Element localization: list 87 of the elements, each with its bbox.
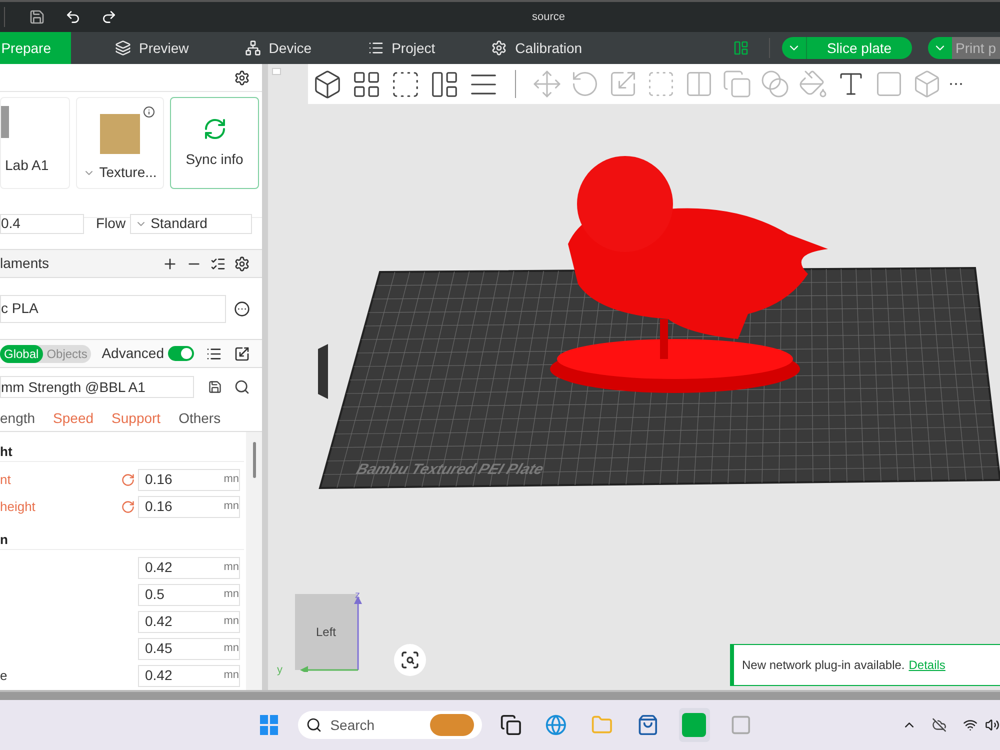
settings-icon[interactable] bbox=[234, 70, 250, 86]
slice-dropdown-button[interactable] bbox=[782, 37, 806, 59]
param-value: 0.16 bbox=[145, 470, 174, 489]
param-value: 0.5 bbox=[145, 585, 166, 604]
fit-view-icon bbox=[400, 650, 420, 670]
section-heading: n bbox=[0, 532, 8, 547]
sync-info-button[interactable]: Sync info bbox=[170, 97, 259, 189]
plate-label: Bambu Textured PEI Plate bbox=[354, 461, 546, 478]
param-field[interactable]: 0.42 mn bbox=[138, 610, 240, 632]
param-value: 0.45 bbox=[145, 639, 174, 658]
sync-icon bbox=[202, 116, 226, 140]
nav-tab[interactable]: Calibration bbox=[475, 32, 598, 64]
flow-label: Flow bbox=[96, 214, 126, 233]
save-icon[interactable] bbox=[29, 9, 45, 25]
view-cube[interactable]: Left bbox=[295, 594, 357, 670]
print-dropdown-button[interactable] bbox=[928, 37, 952, 59]
reset-icon[interactable] bbox=[121, 500, 135, 514]
param-field[interactable]: 0.16 mn bbox=[138, 468, 240, 490]
store-icon[interactable] bbox=[637, 713, 660, 737]
unit-label: mn bbox=[224, 587, 239, 602]
taskbar-search-field[interactable]: Search bbox=[298, 711, 482, 739]
advanced-switch[interactable] bbox=[168, 346, 194, 361]
unit-label: mn bbox=[224, 560, 239, 576]
tab-icon bbox=[115, 40, 131, 56]
unit-label: mn bbox=[224, 499, 239, 514]
param-field[interactable]: 0.45 mn bbox=[138, 638, 240, 660]
unit-label: mn bbox=[224, 472, 239, 488]
flow-dropdown[interactable]: Standard bbox=[130, 214, 252, 234]
view-cube-label: Left bbox=[316, 624, 336, 641]
settings-tab[interactable]: ength bbox=[0, 408, 36, 429]
tab-icon bbox=[244, 40, 261, 56]
task-view-icon[interactable] bbox=[500, 713, 522, 737]
search-placeholder: Search bbox=[330, 716, 376, 734]
plate-card[interactable]: Texture... bbox=[76, 97, 164, 189]
settings-tab[interactable]: Others bbox=[178, 408, 221, 429]
nozzle-field[interactable]: 0.4 bbox=[0, 214, 84, 234]
list-icon[interactable] bbox=[206, 346, 222, 362]
layout-icon[interactable] bbox=[732, 40, 749, 56]
info-icon bbox=[143, 106, 155, 118]
param-label: e bbox=[0, 668, 8, 683]
tab-icon bbox=[491, 40, 508, 56]
add-icon[interactable] bbox=[162, 256, 178, 272]
undo-icon[interactable] bbox=[65, 9, 81, 25]
advanced-label: Advanced bbox=[102, 344, 164, 363]
plate-name: Texture... bbox=[99, 163, 157, 182]
windows-start-icon[interactable] bbox=[260, 715, 278, 735]
y-axis-label: y bbox=[277, 663, 282, 678]
param-field[interactable]: 0.42 mn bbox=[138, 556, 240, 578]
search-icon bbox=[306, 717, 322, 733]
unit-label: mn bbox=[224, 614, 239, 630]
param-label: nt bbox=[0, 472, 11, 487]
param-field[interactable]: 0.42 mn bbox=[138, 664, 240, 686]
section-title: laments bbox=[0, 254, 50, 273]
printer-card[interactable]: Lab A1 bbox=[0, 97, 70, 189]
fit-view-button[interactable] bbox=[394, 644, 426, 676]
param-field[interactable]: 0.5 mn bbox=[138, 584, 240, 606]
wifi-icon[interactable] bbox=[962, 717, 978, 733]
filament-field[interactable]: c PLA bbox=[0, 294, 226, 322]
notification-text: New network plug-in available. bbox=[742, 657, 905, 674]
unit-label: mn bbox=[224, 641, 239, 656]
nav-tab[interactable]: Preview bbox=[99, 32, 205, 64]
unit-label: mn bbox=[224, 668, 239, 684]
param-value: 0.42 bbox=[145, 612, 174, 631]
param-value: 0.42 bbox=[145, 666, 174, 685]
param-label: height bbox=[0, 498, 36, 514]
search-icon[interactable] bbox=[234, 379, 250, 395]
window-title: source bbox=[532, 10, 566, 25]
param-value: 0.42 bbox=[145, 558, 174, 577]
plate-image bbox=[100, 114, 140, 154]
browser-icon[interactable] bbox=[545, 713, 568, 737]
printer-image bbox=[1, 106, 9, 138]
settings-icon[interactable] bbox=[234, 256, 250, 272]
reset-icon[interactable] bbox=[121, 472, 135, 486]
nav-tab[interactable]: Device bbox=[228, 32, 328, 64]
printer-name: Lab A1 bbox=[4, 156, 50, 175]
preset-field[interactable]: mm Strength @BBL A1 bbox=[0, 376, 194, 398]
param-value: 0.16 bbox=[145, 497, 174, 516]
section-heading: ht bbox=[0, 444, 12, 459]
nav-tab[interactable]: Project bbox=[352, 32, 452, 64]
redo-icon[interactable] bbox=[101, 9, 117, 25]
param-field[interactable]: 0.16 mn bbox=[138, 496, 240, 518]
scrollbar-thumb[interactable] bbox=[252, 442, 256, 478]
tab-icon bbox=[368, 40, 384, 56]
cloud-icon[interactable] bbox=[932, 717, 947, 733]
save-icon[interactable] bbox=[208, 380, 222, 394]
volume-icon[interactable] bbox=[985, 717, 1000, 733]
more-icon[interactable] bbox=[234, 300, 250, 316]
